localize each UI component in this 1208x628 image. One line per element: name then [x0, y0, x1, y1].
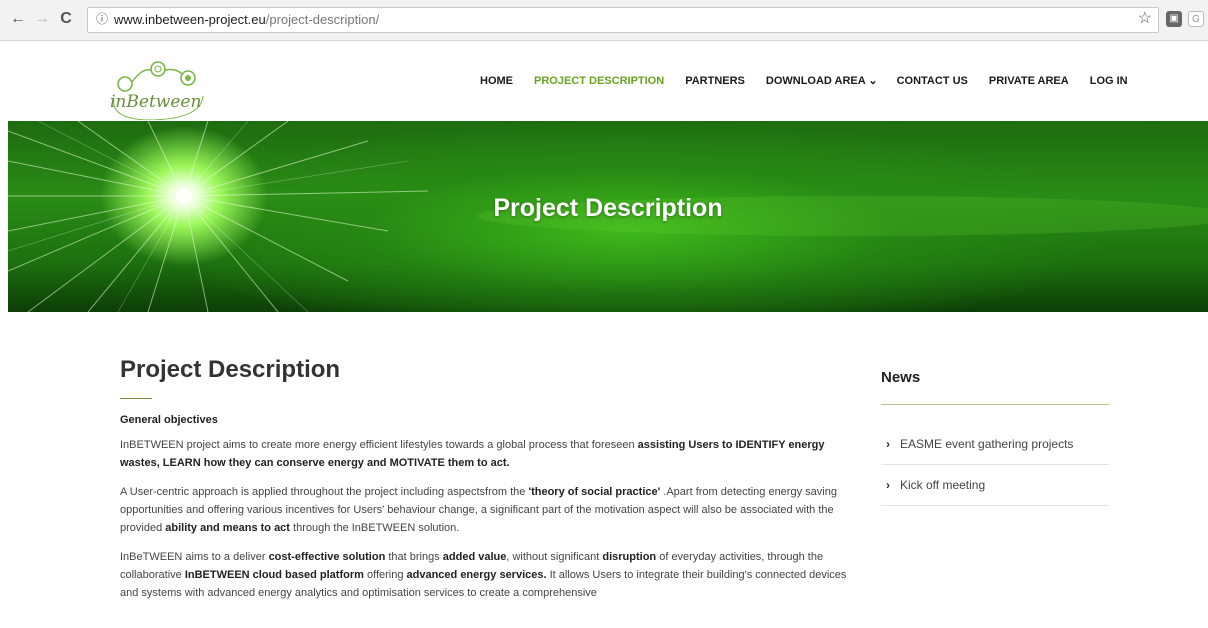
nav-download-area[interactable]: DOWNLOAD AREA ⌄: [766, 73, 878, 89]
news-item[interactable]: › EASME event gathering projects: [881, 424, 1109, 465]
url-path: /project-description/: [265, 12, 380, 27]
nav-project-description[interactable]: PROJECT DESCRIPTION: [534, 73, 664, 89]
nav-partners[interactable]: PARTNERS: [685, 73, 745, 89]
section-heading: General objectives: [120, 414, 218, 426]
page-title: Project Description: [120, 356, 341, 383]
text: through the InBETWEEN solution.: [289, 522, 460, 534]
text: A User-centric approach is applied throu…: [120, 486, 529, 498]
bold-text: cost-effective solution: [268, 551, 386, 563]
nav-private-area[interactable]: PRIVATE AREA: [989, 73, 1069, 89]
news-divider: [881, 404, 1109, 405]
info-icon[interactable]: ⓘ: [94, 11, 110, 27]
news-item-label[interactable]: EASME event gathering projects: [900, 437, 1073, 451]
bold-text: InBETWEEN cloud based platform: [184, 569, 364, 581]
paragraph-2: A User-centric approach is applied throu…: [120, 483, 855, 537]
site-logo[interactable]: inBetween: [106, 58, 206, 121]
bold-text: advanced energy services.: [406, 569, 547, 581]
text: offering: [363, 569, 407, 581]
bold-text: disruption: [602, 551, 657, 563]
address-bar[interactable]: ⓘ www.inbetween-project.eu/project-descr…: [87, 7, 1159, 33]
bold-text: ability and means to act: [165, 522, 290, 534]
nav-log-in[interactable]: LOG IN: [1090, 73, 1128, 89]
nav-contact-us[interactable]: CONTACT US: [897, 73, 968, 89]
bold-text: 'theory of social practice': [528, 486, 661, 498]
main-content: Project Description General objectives I…: [120, 355, 855, 613]
google-extension-icon[interactable]: G: [1188, 11, 1204, 27]
back-button[interactable]: ←: [8, 9, 28, 29]
text: InBeTWEEN aims to a deliver: [120, 551, 269, 563]
reload-button[interactable]: C: [56, 9, 76, 29]
text: that brings: [385, 551, 443, 563]
text: InBETWEEN project aims to create more en…: [120, 439, 638, 451]
nav-home[interactable]: HOME: [480, 73, 513, 89]
title-divider: [120, 398, 152, 399]
url-host: www.inbetween-project.eu: [114, 12, 266, 27]
paragraph-1: InBETWEEN project aims to create more en…: [120, 436, 855, 472]
hero-title: Project Description: [493, 194, 723, 222]
news-title: News: [881, 369, 921, 386]
news-item-label[interactable]: Kick off meeting: [900, 478, 985, 492]
chevron-right-icon: ›: [886, 478, 890, 492]
url-text[interactable]: www.inbetween-project.eu/project-descrip…: [114, 12, 379, 28]
bookmark-star-icon[interactable]: ☆: [1138, 10, 1152, 28]
chevron-right-icon: ›: [886, 437, 890, 451]
news-item[interactable]: › Kick off meeting: [881, 465, 1109, 506]
news-list: › EASME event gathering projects › Kick …: [881, 424, 1109, 506]
text: , without significant: [506, 551, 603, 563]
main-navigation: HOME PROJECT DESCRIPTION PARTNERS DOWNLO…: [480, 73, 1128, 89]
extension-icon[interactable]: ▣: [1166, 11, 1182, 27]
browser-toolbar: ← → C ⓘ www.inbetween-project.eu/project…: [0, 0, 1208, 41]
bold-text: added value: [442, 551, 507, 563]
forward-button[interactable]: →: [32, 9, 52, 29]
logo-text: inBetween: [110, 92, 202, 112]
paragraph-3: InBeTWEEN aims to a deliver cost-effecti…: [120, 548, 855, 602]
news-sidebar: News › EASME event gathering projects › …: [881, 368, 1109, 506]
hero-banner: Project Description: [8, 121, 1208, 312]
